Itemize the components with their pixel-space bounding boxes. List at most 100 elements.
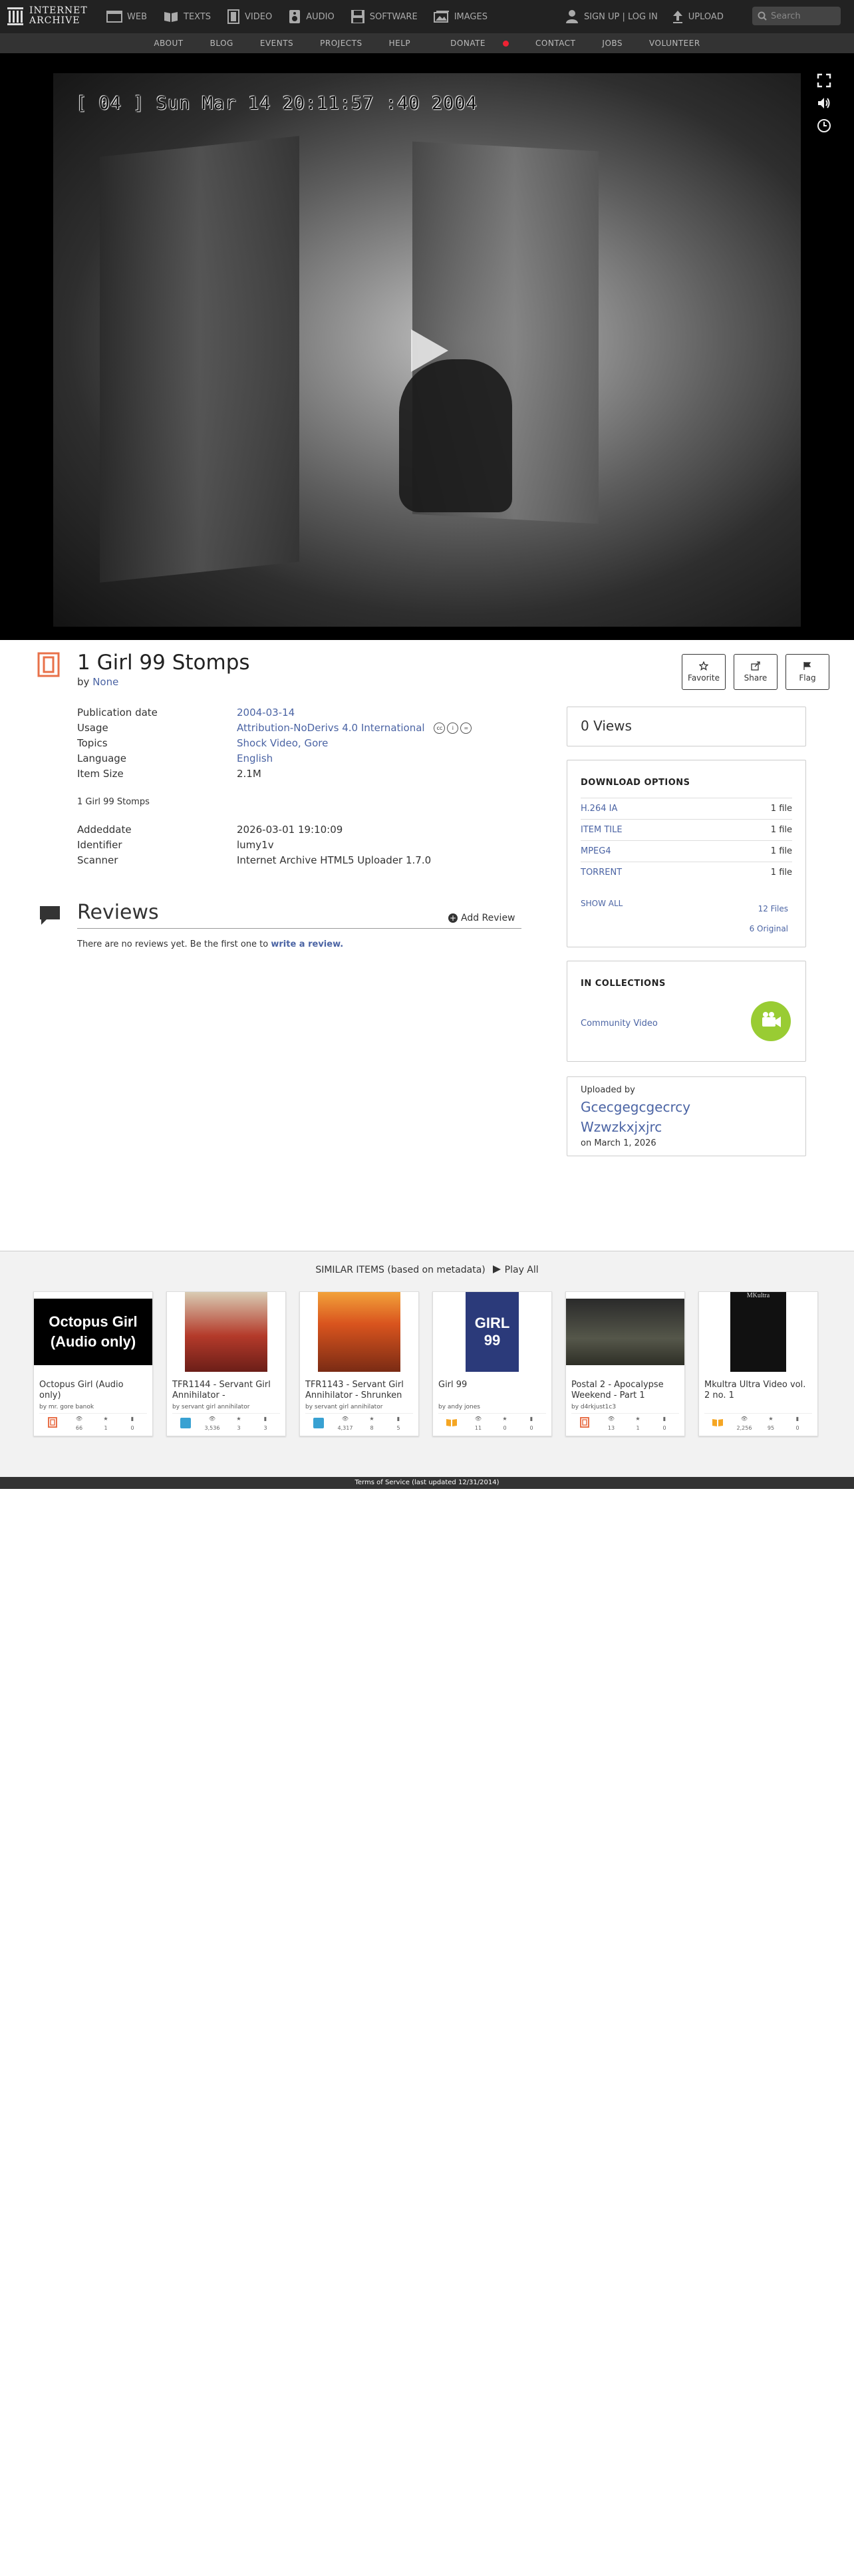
- favorite-button[interactable]: Favorite: [682, 654, 726, 690]
- flag-label: Flag: [799, 673, 816, 683]
- video-frame-shape: [100, 136, 299, 583]
- metadata-list: Publication date 2004-03-14 Usage Attrib…: [77, 705, 472, 782]
- star-icon: ★: [369, 1416, 374, 1422]
- film-icon: [37, 652, 60, 677]
- download-row[interactable]: TORRENT 1 file: [581, 862, 792, 882]
- meta-identifier: Identifier lumy1v: [77, 838, 431, 853]
- meta-value[interactable]: 2004-03-14: [237, 705, 295, 721]
- meta-key: Publication date: [77, 707, 158, 719]
- nav-texts[interactable]: TEXTS: [163, 0, 211, 33]
- video-player[interactable]: [ 04 ] Sun Mar 14 20:11:57 :40 2004: [53, 73, 801, 627]
- play-all-label: Play All: [504, 1265, 539, 1275]
- add-review-button[interactable]: + Add Review: [448, 913, 515, 923]
- item-actions: Favorite Share Flag: [682, 654, 829, 690]
- similar-item-card[interactable]: Octopus Girl (Audio only) Octopus Girl (…: [33, 1291, 153, 1436]
- download-count: 1 file: [770, 846, 792, 856]
- search-placeholder: Search: [771, 11, 801, 21]
- play-icon[interactable]: [411, 329, 448, 372]
- subnav-blog[interactable]: BLOG: [210, 39, 233, 48]
- cc-icon: cc: [434, 723, 446, 734]
- subnav-events[interactable]: EVENTS: [260, 39, 293, 48]
- footer-tos-link[interactable]: Terms of Service (last updated 12/31/201…: [0, 1477, 854, 1489]
- subnav-projects[interactable]: PROJECTS: [320, 39, 362, 48]
- views-stat: 4,317: [337, 1425, 353, 1431]
- similar-item-card[interactable]: Postal 2 - Apocalypse Weekend - Part 1 b…: [565, 1291, 685, 1436]
- star-icon: ★: [103, 1416, 108, 1422]
- meta-value[interactable]: Shock Video, Gore: [237, 736, 328, 751]
- meta-value[interactable]: Attribution-NoDerivs 4.0 International: [237, 722, 425, 734]
- cc-license-icons: cc i =: [432, 723, 472, 734]
- nav-video[interactable]: VIDEO: [227, 0, 272, 33]
- volume-icon[interactable]: [817, 96, 831, 110]
- uploader-link[interactable]: Gcecgegcgecrcy Wzwzkxjxjrc: [581, 1097, 740, 1137]
- share-button[interactable]: Share: [734, 654, 778, 690]
- similar-item-card[interactable]: TFR1144 - Servant Girl Annihilator - by …: [166, 1291, 286, 1436]
- collections-box: IN COLLECTIONS Community Video: [567, 961, 806, 1062]
- search-input[interactable]: Search: [752, 7, 841, 25]
- fullscreen-icon[interactable]: [817, 73, 831, 88]
- download-count: 1 file: [770, 803, 792, 814]
- signup-login-link[interactable]: SIGN UP | LOG IN: [565, 9, 658, 24]
- views-stat: 13: [607, 1425, 615, 1431]
- play-all-button[interactable]: Play All: [492, 1265, 539, 1275]
- subnav-donate-label: DONATE: [450, 39, 486, 48]
- nav-web[interactable]: WEB: [106, 0, 147, 33]
- similar-item-card[interactable]: MKultra Mkultra Ultra Video vol. 2 no. 1…: [698, 1291, 818, 1436]
- nav-software[interactable]: SOFTWARE: [351, 0, 418, 33]
- book-icon: [712, 1419, 723, 1426]
- reviews-stat: 3: [263, 1425, 267, 1431]
- download-count: 1 file: [770, 824, 792, 835]
- subnav-jobs[interactable]: JOBS: [602, 39, 623, 48]
- download-format[interactable]: TORRENT: [581, 868, 622, 878]
- files-original-link[interactable]: 6 Original: [750, 919, 788, 939]
- ia-logo[interactable]: INTERNET ARCHIVE: [7, 5, 88, 27]
- image-icon: [433, 11, 449, 23]
- nav-audio[interactable]: AUDIO: [288, 0, 335, 33]
- download-row[interactable]: ITEM TILE 1 file: [581, 819, 792, 840]
- collection-badge[interactable]: [751, 1001, 791, 1041]
- nav-images[interactable]: IMAGES: [433, 0, 488, 33]
- meta-value[interactable]: English: [237, 751, 273, 766]
- meta-key: Topics: [77, 737, 108, 749]
- logo-text-1: INTERNET: [29, 5, 88, 16]
- meta-scanner: Scanner Internet Archive HTML5 Uploader …: [77, 853, 431, 868]
- download-row[interactable]: MPEG4 1 file: [581, 840, 792, 861]
- card-title: Postal 2 - Apocalypse Weekend - Part 1: [571, 1380, 664, 1400]
- comment-icon: ▮: [396, 1416, 400, 1422]
- meta-publication-date: Publication date 2004-03-14: [77, 705, 472, 721]
- download-row[interactable]: H.264 IA 1 file: [581, 798, 792, 818]
- upload-icon: [672, 11, 682, 23]
- clock-icon[interactable]: [817, 118, 831, 133]
- album-art: [318, 1292, 400, 1372]
- files-total-link[interactable]: 12 Files: [750, 899, 788, 919]
- subnav-help[interactable]: HELP: [389, 39, 411, 48]
- reviews-stat: 5: [396, 1425, 400, 1431]
- logo-text-2: ARCHIVE: [29, 15, 80, 26]
- floppy-icon: [351, 10, 364, 23]
- comment-icon: ▮: [529, 1416, 533, 1422]
- subnav-volunteer[interactable]: VOLUNTEER: [649, 39, 700, 48]
- collection-link[interactable]: Community Video: [581, 1019, 658, 1029]
- similar-item-card[interactable]: TFR1143 - Servant Girl Annihilator - Shr…: [299, 1291, 419, 1436]
- subnav-about[interactable]: ABOUT: [154, 39, 183, 48]
- add-review-label: Add Review: [461, 913, 515, 923]
- star-icon: [699, 661, 708, 671]
- download-format[interactable]: H.264 IA: [581, 804, 617, 814]
- subnav-contact[interactable]: CONTACT: [535, 39, 575, 48]
- flag-button[interactable]: Flag: [785, 654, 829, 690]
- similar-item-card[interactable]: GIRL 99 Girl 99 by andy jones 👁 11 ★ 0 ▮ 0: [432, 1291, 552, 1436]
- by-label: by: [77, 676, 90, 688]
- share-icon: [751, 661, 760, 671]
- upload-link[interactable]: UPLOAD: [672, 10, 724, 23]
- creator-link[interactable]: None: [92, 676, 118, 688]
- subnav-donate[interactable]: DONATE: [437, 39, 509, 48]
- download-format[interactable]: MPEG4: [581, 846, 611, 856]
- download-format[interactable]: ITEM TILE: [581, 825, 623, 835]
- reviews-heading: Reviews: [77, 901, 159, 924]
- meta-key: Addeddate: [77, 824, 132, 836]
- thumbnail-text: GIRL 99: [466, 1292, 519, 1372]
- eye-icon: 👁: [740, 1416, 748, 1422]
- show-all-link[interactable]: SHOW ALL: [581, 899, 623, 908]
- web-icon: [106, 11, 122, 23]
- write-review-link[interactable]: write a review.: [271, 939, 343, 949]
